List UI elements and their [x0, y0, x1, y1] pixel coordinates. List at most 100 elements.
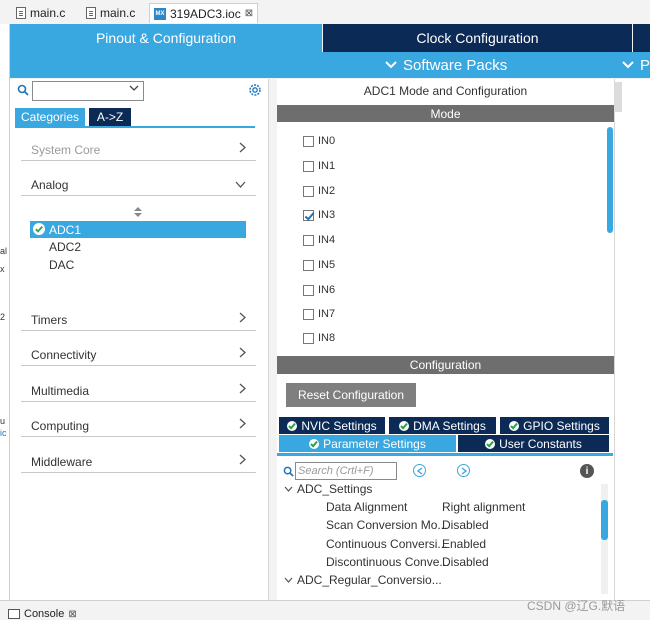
param-discontinuous-conversion-value[interactable]: Disabled	[442, 555, 489, 569]
chevron-right-icon	[239, 141, 246, 156]
close-icon[interactable]: ⊠	[245, 8, 253, 19]
tree-group-adc-regular-conversion[interactable]: ADC_Regular_Conversio...	[284, 573, 442, 587]
check-circle-icon	[485, 438, 496, 449]
secondary-nav-bar	[10, 52, 650, 78]
tree-group-label: ADC_Regular_Conversio...	[297, 573, 442, 587]
tab-user-constants[interactable]: User Constants	[458, 435, 609, 452]
collapse-handle[interactable]	[614, 82, 622, 112]
parameter-search-input[interactable]: Search (Crtl+F)	[295, 462, 397, 480]
param-scan-conversion-label: Scan Conversion Mo...	[326, 518, 448, 532]
chevron-right-icon	[239, 382, 246, 397]
info-icon[interactable]: i	[580, 464, 594, 478]
mode-section-header: Mode	[277, 105, 614, 122]
c-file-icon	[16, 7, 26, 19]
category-connectivity[interactable]: Connectivity	[21, 346, 256, 366]
chevron-right-icon	[239, 417, 246, 432]
channel-in4[interactable]: IN4	[303, 233, 335, 247]
channel-in5[interactable]: IN5	[303, 258, 335, 272]
param-scan-conversion-value[interactable]: Disabled	[442, 518, 489, 532]
tab-clock-configuration[interactable]: Clock Configuration	[323, 24, 632, 52]
tab-pinout-configuration[interactable]: Pinout & Configuration	[10, 24, 322, 52]
watermark: CSDN @辽G.默语	[527, 599, 626, 613]
edge-text: ic	[0, 428, 7, 438]
category-computing[interactable]: Computing	[21, 417, 256, 437]
category-system-core[interactable]: System Core	[21, 141, 256, 161]
checkbox[interactable]	[303, 332, 314, 344]
c-file-icon	[86, 7, 96, 19]
tab-a-to-z[interactable]: A->Z	[89, 108, 131, 126]
category-multimedia[interactable]: Multimedia	[21, 382, 256, 402]
channel-label: IN3	[318, 209, 336, 221]
tab-gpio-settings[interactable]: GPIO Settings	[500, 417, 609, 434]
param-continuous-conversion-value[interactable]: Enabled	[442, 537, 486, 551]
channel-in3[interactable]: IN3	[303, 208, 335, 222]
tab-label: DMA Settings	[413, 418, 486, 433]
category-analog[interactable]: Analog	[21, 176, 256, 196]
editor-tab-main-c-2[interactable]: main.c	[82, 3, 139, 23]
chevron-down-icon	[622, 58, 634, 72]
search-combobox[interactable]	[32, 81, 144, 101]
checkbox[interactable]	[303, 160, 314, 172]
chevron-down-icon	[129, 84, 139, 95]
peripheral-adc2[interactable]: ADC2	[49, 240, 81, 254]
parameter-scrollbar[interactable]	[601, 500, 608, 540]
channel-in2[interactable]: IN2	[303, 184, 335, 198]
checkbox[interactable]	[303, 308, 314, 320]
left-edge-strip: al x 2 u ic	[0, 24, 10, 614]
sort-icon[interactable]	[134, 207, 142, 217]
editor-tab-ioc[interactable]: MX 319ADC3.ioc ⊠	[149, 3, 259, 23]
peripheral-label: ADC1	[49, 223, 82, 237]
checkbox[interactable]	[303, 185, 314, 197]
category-middleware[interactable]: Middleware	[21, 453, 256, 473]
channel-in6[interactable]: IN6	[303, 283, 335, 297]
gear-icon[interactable]	[247, 82, 263, 98]
channel-in0[interactable]: IN0	[303, 134, 335, 148]
checkbox[interactable]	[303, 234, 314, 246]
check-circle-icon	[287, 420, 298, 431]
category-timers[interactable]: Timers	[21, 311, 256, 331]
tab-nvic-settings[interactable]: NVIC Settings	[279, 417, 385, 434]
pinout-menu[interactable]: P	[622, 52, 650, 78]
category-label: Multimedia	[31, 384, 90, 398]
check-circle-icon	[399, 420, 410, 431]
channel-label: IN6	[318, 284, 336, 296]
edge-text: u	[0, 416, 6, 426]
peripheral-adc1[interactable]: ADC1	[30, 221, 246, 238]
channel-label: IN4	[318, 234, 336, 246]
tab-label: NVIC Settings	[301, 418, 377, 433]
previous-match-icon[interactable]	[413, 464, 426, 477]
mode-panel-title: ADC1 Mode and Configuration	[363, 84, 528, 98]
category-label: Analog	[31, 178, 69, 192]
editor-tab-strip: main.c main.c MX 319ADC3.ioc ⊠	[0, 0, 650, 24]
check-circle-icon	[33, 223, 45, 235]
param-data-alignment-value[interactable]: Right alignment	[442, 500, 525, 514]
chevron-right-icon	[239, 311, 246, 326]
checkbox-checked[interactable]	[303, 209, 314, 221]
next-match-icon[interactable]	[457, 464, 470, 477]
console-label: Console	[24, 608, 65, 620]
channel-in1[interactable]: IN1	[303, 159, 335, 173]
tab-parameter-settings[interactable]: Parameter Settings	[279, 435, 456, 452]
tab-label: GPIO Settings	[523, 418, 600, 433]
mode-scrollbar[interactable]	[607, 127, 613, 233]
channel-label: IN5	[318, 259, 336, 271]
chevron-right-icon	[239, 346, 246, 361]
tab-categories[interactable]: Categories	[15, 108, 85, 126]
tab-overflow[interactable]	[633, 24, 650, 52]
category-label: Middleware	[31, 455, 93, 469]
tree-group-adc-settings[interactable]: ADC_Settings	[284, 482, 372, 496]
console-icon	[8, 609, 20, 619]
tree-group-label: ADC_Settings	[297, 482, 373, 496]
checkbox[interactable]	[303, 135, 314, 147]
channel-in8[interactable]: IN8	[303, 331, 335, 345]
tab-dma-settings[interactable]: DMA Settings	[389, 417, 496, 434]
editor-tab-main-c-1[interactable]: main.c	[12, 3, 69, 23]
software-packs-menu[interactable]: Software Packs	[385, 52, 507, 78]
close-icon[interactable]: ⊠	[68, 609, 76, 620]
peripheral-dac[interactable]: DAC	[49, 258, 74, 272]
checkbox[interactable]	[303, 259, 314, 271]
checkbox[interactable]	[303, 284, 314, 296]
reset-configuration-button[interactable]: Reset Configuration	[286, 383, 416, 407]
channel-in7[interactable]: IN7	[303, 307, 335, 321]
console-tab[interactable]: Console ⊠	[8, 608, 77, 620]
